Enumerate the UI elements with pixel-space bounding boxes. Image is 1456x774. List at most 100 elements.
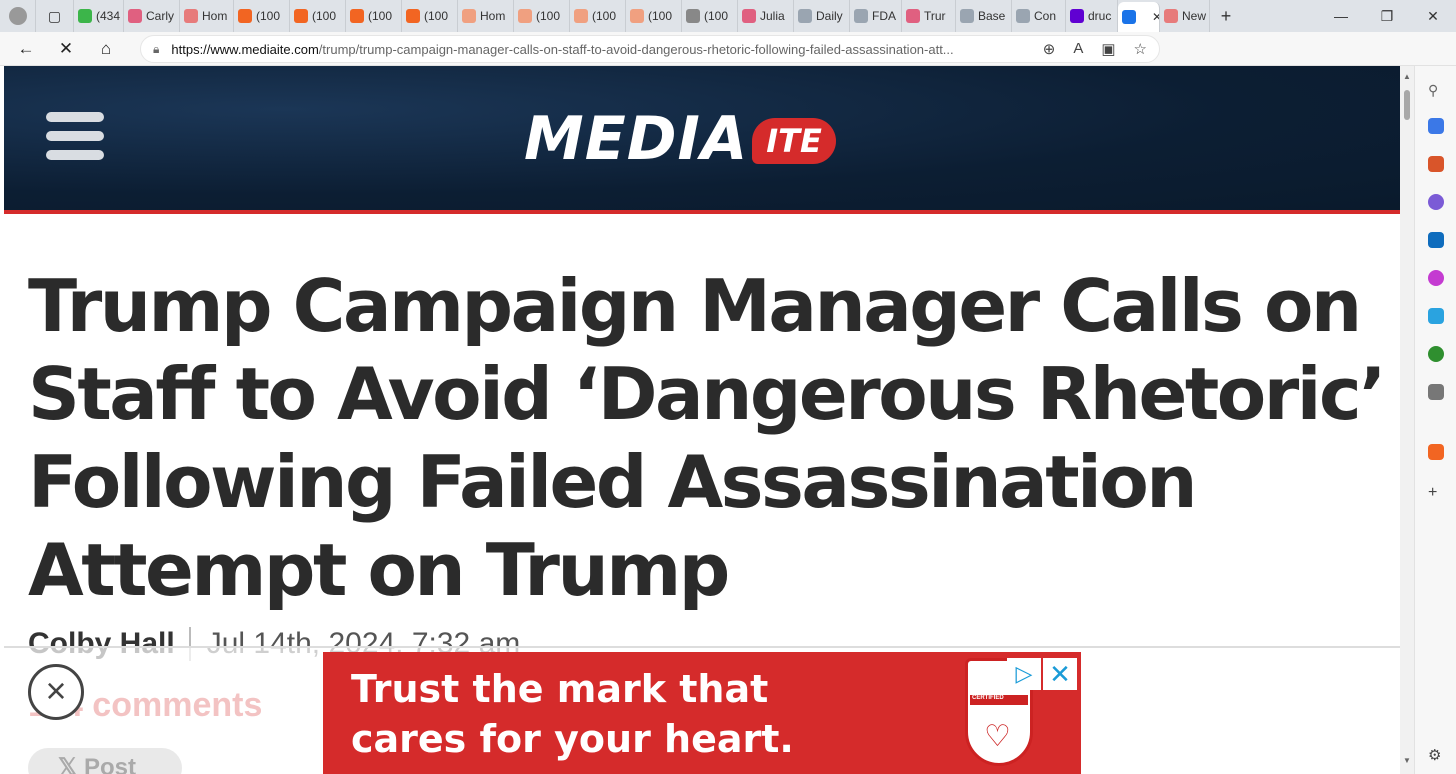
- telegram-icon[interactable]: [1428, 308, 1444, 324]
- tab-label: (100: [648, 9, 673, 23]
- tab-actions-icon[interactable]: ▢: [36, 0, 74, 32]
- browser-tab[interactable]: Hom: [458, 0, 514, 32]
- outlook-icon[interactable]: [1428, 232, 1444, 248]
- seal-label: CERTIFIED: [972, 695, 1004, 701]
- favorite-star-icon[interactable]: ☆: [1134, 40, 1147, 58]
- tab-favicon-icon: [686, 9, 700, 23]
- zoom-icon[interactable]: ⊕: [1043, 40, 1056, 58]
- tab-favicon-icon: [128, 9, 142, 23]
- minimize-icon[interactable]: —: [1318, 8, 1364, 24]
- tab-label: Julia: [760, 9, 785, 23]
- tab-favicon-icon: [518, 9, 532, 23]
- x-post-button[interactable]: 𝕏 Post: [28, 748, 182, 774]
- tab-favicon-icon: [406, 9, 420, 23]
- address-toolbar: ← ✕ ⌂ 🔒︎ https://www.mediaite.com/trump/…: [0, 32, 1456, 90]
- tab-favicon-icon: [462, 9, 476, 23]
- tab-favicon-icon: [798, 9, 812, 23]
- substack-icon[interactable]: [1428, 444, 1444, 460]
- browser-tab[interactable]: Daily: [794, 0, 850, 32]
- tab-label: (100: [256, 9, 281, 23]
- browser-tab[interactable]: Carly: [124, 0, 180, 32]
- page-scrollbar[interactable]: ▲ ▼: [1400, 66, 1414, 774]
- add-sidebar-icon[interactable]: +: [1428, 484, 1437, 502]
- tab-favicon-icon: [1016, 9, 1030, 23]
- restore-icon[interactable]: ❐: [1364, 8, 1410, 25]
- stop-loading-icon[interactable]: ✕: [46, 39, 86, 59]
- browser-tab[interactable]: Trur: [902, 0, 956, 32]
- tab-label: Daily: [816, 9, 843, 23]
- tab-favicon-icon: [960, 9, 974, 23]
- tab-favicon-icon: [742, 9, 756, 23]
- tab-label: (100: [424, 9, 449, 23]
- copilot-sidebar-icon[interactable]: [1428, 194, 1444, 210]
- tab-favicon-icon: [238, 9, 252, 23]
- browser-tab[interactable]: (100: [626, 0, 682, 32]
- article-headline: Trump Campaign Manager Calls on Staff to…: [28, 264, 1386, 612]
- games-icon[interactable]: [1428, 384, 1444, 400]
- browser-tab[interactable]: (100: [234, 0, 290, 32]
- tree-icon[interactable]: [1428, 346, 1444, 362]
- browser-tab[interactable]: (434: [74, 0, 124, 32]
- tab-label: Carly: [146, 9, 175, 23]
- scrollbar-thumb[interactable]: [1404, 90, 1410, 120]
- browser-tab[interactable]: ✕: [1118, 2, 1160, 32]
- tab-label: (100: [368, 9, 393, 23]
- ad-close-icon[interactable]: ✕: [1043, 658, 1077, 690]
- browser-tab[interactable]: (100: [682, 0, 738, 32]
- tab-label: FDA: [872, 9, 896, 23]
- browser-tab[interactable]: (100: [514, 0, 570, 32]
- close-tab-icon[interactable]: ✕: [1152, 10, 1159, 24]
- back-icon[interactable]: ←: [6, 39, 46, 59]
- home-icon[interactable]: ⌂: [86, 39, 126, 59]
- window-controls: — ❐ ✕: [1318, 0, 1456, 32]
- tab-label: (100: [592, 9, 617, 23]
- read-aloud-icon[interactable]: A: [1073, 40, 1083, 58]
- search-icon[interactable]: ⚲: [1428, 82, 1438, 99]
- tab-label: druc: [1088, 9, 1112, 23]
- browser-tab[interactable]: druc: [1066, 0, 1118, 32]
- tab-favicon-icon: [854, 9, 868, 23]
- scroll-up-icon[interactable]: ▲: [1403, 72, 1411, 81]
- close-ad-overlay-button[interactable]: ×: [28, 664, 84, 720]
- browser-tab[interactable]: (100: [570, 0, 626, 32]
- settings-icon[interactable]: ⚙: [1428, 746, 1441, 764]
- tab-favicon-icon: [1070, 9, 1084, 23]
- tab-label: Trur: [924, 9, 946, 23]
- tab-favicon-icon: [906, 9, 920, 23]
- close-window-icon[interactable]: ✕: [1410, 8, 1456, 25]
- x-logo-icon: 𝕏: [58, 754, 85, 774]
- browser-tab[interactable]: New: [1160, 0, 1210, 32]
- tab-label: (434: [96, 9, 121, 23]
- new-tab-button[interactable]: +: [1210, 0, 1242, 32]
- browser-tab[interactable]: Hom: [180, 0, 234, 32]
- page-content: MEDIA ITE Trump Campaign Manager Calls o…: [4, 66, 1400, 774]
- lock-icon[interactable]: 🔒︎: [153, 42, 159, 57]
- url-text[interactable]: https://www.mediaite.com/trump/trump-cam…: [171, 42, 1001, 57]
- logo-badge: ITE: [752, 118, 836, 164]
- browser-tab[interactable]: Base: [956, 0, 1012, 32]
- advertisement-banner[interactable]: Trust the mark that cares for your heart…: [323, 652, 1081, 774]
- profile-avatar[interactable]: [0, 0, 36, 32]
- tab-favicon-icon: [1164, 9, 1178, 23]
- browser-tab[interactable]: FDA: [850, 0, 902, 32]
- immersive-reader-icon[interactable]: ▣: [1101, 40, 1115, 58]
- tools-icon[interactable]: [1428, 156, 1444, 172]
- tab-favicon-icon: [350, 9, 364, 23]
- browser-tab[interactable]: (100: [290, 0, 346, 32]
- browser-tab[interactable]: Con: [1012, 0, 1066, 32]
- address-bar-icons: ⊕ A ▣ ☆: [1043, 40, 1147, 58]
- browser-tab[interactable]: (100: [346, 0, 402, 32]
- designer-icon[interactable]: [1428, 270, 1444, 286]
- shopping-icon[interactable]: [1428, 118, 1444, 134]
- heart-check-icon: ♡: [984, 720, 1011, 753]
- ad-text: Trust the mark that cares for your heart…: [351, 667, 794, 761]
- tab-label: Hom: [480, 9, 506, 23]
- adchoices-icon[interactable]: ▷: [1007, 658, 1041, 690]
- hamburger-menu-icon[interactable]: [46, 112, 104, 169]
- address-bar[interactable]: 🔒︎ https://www.mediaite.com/trump/trump-…: [140, 35, 1160, 63]
- tab-favicon-icon: [184, 9, 198, 23]
- site-logo[interactable]: MEDIA ITE: [524, 104, 836, 174]
- browser-tab[interactable]: Julia: [738, 0, 794, 32]
- browser-tab[interactable]: (100: [402, 0, 458, 32]
- scroll-down-icon[interactable]: ▼: [1403, 756, 1411, 765]
